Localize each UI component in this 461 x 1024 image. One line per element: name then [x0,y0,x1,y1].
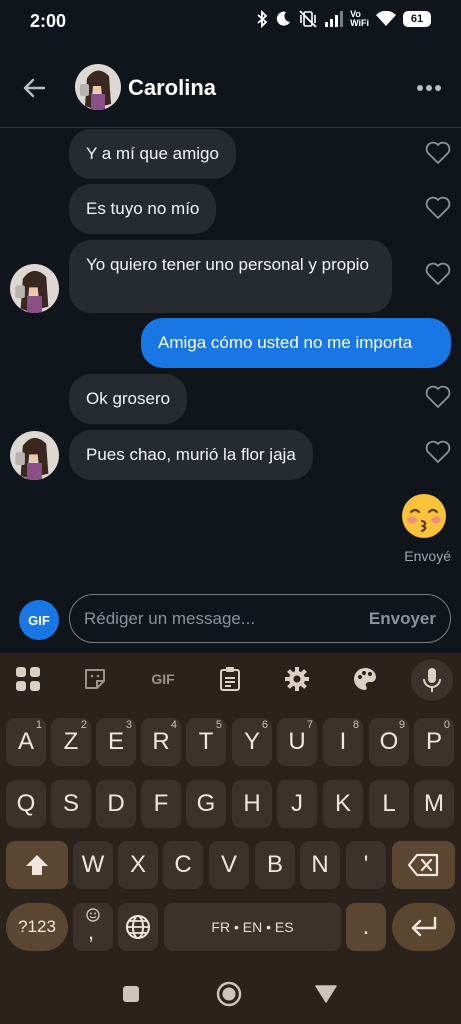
key-b[interactable]: B [255,841,295,889]
heart-icon[interactable] [425,440,451,464]
key-h[interactable]: H [232,780,272,828]
system-navigation-bar [0,955,461,1024]
backspace-key[interactable] [392,841,455,889]
bluetooth-icon [257,10,268,28]
message-avatar[interactable] [10,264,59,313]
key-c[interactable]: C [163,841,203,889]
heart-icon[interactable] [425,141,451,165]
key-w[interactable]: W [73,841,113,889]
shift-arrow-icon [26,855,48,875]
vowifi-line2: WiFi [350,18,369,28]
key-s[interactable]: S [51,780,91,828]
message-bubble-incoming[interactable]: Es tuyo no mío [69,184,217,234]
key-t[interactable]: T5 [186,718,226,766]
key-apostrophe[interactable]: ' [346,841,386,889]
back-triangle-icon[interactable] [315,985,337,1003]
key-j[interactable]: J [277,780,317,828]
shift-key[interactable] [6,841,68,889]
battery-indicator: 61 [403,11,431,27]
key-o[interactable]: O9 [369,718,409,766]
key-p[interactable]: P0 [414,718,454,766]
key-m[interactable]: M [414,780,454,828]
key-f[interactable]: F [141,780,181,828]
sent-status-label: Envoyé [404,548,451,564]
do-not-disturb-moon-icon [276,11,291,26]
settings-gear-icon[interactable] [281,663,313,695]
key-u[interactable]: U7 [277,718,317,766]
key-y[interactable]: Y6 [232,718,272,766]
cell-signal-icon [325,11,344,27]
key-x[interactable]: X [118,841,158,889]
heart-icon[interactable] [425,196,451,220]
key-k[interactable]: K [323,780,363,828]
message-avatar[interactable] [10,431,59,480]
microphone-icon[interactable] [411,659,453,701]
key-l[interactable]: L [369,780,409,828]
keyboard-toolbar: GIF [0,653,461,705]
message-input[interactable]: Rédiger un message... Envoyer [69,594,451,643]
vibrate-off-icon [299,10,317,28]
key-i[interactable]: I8 [323,718,363,766]
key-e[interactable]: E3 [96,718,136,766]
contact-avatar[interactable] [75,64,121,110]
home-circle-icon[interactable] [216,981,242,1007]
key-a[interactable]: A1 [6,718,46,766]
kissing-face-emoji-icon[interactable] [400,492,448,540]
wifi-icon [376,11,396,26]
comma-label: , [88,919,95,944]
keyboard: GIF A1 Z2 E3 R4 T5 Y6 U7 I8 O9 P0 Q S D … [0,653,461,955]
message-bubble-outgoing[interactable]: Amiga cómo usted no me importa [141,318,451,368]
theme-palette-icon[interactable] [349,663,381,695]
period-key[interactable]: . [346,903,386,951]
key-z[interactable]: Z2 [51,718,91,766]
enter-key[interactable] [392,903,455,951]
status-bar: 2:00 Vo WiFi 61 [0,0,461,44]
send-button[interactable]: Envoyer [369,609,436,629]
sticker-icon[interactable] [79,663,111,695]
gif-button[interactable]: GIF [19,600,59,640]
message-input-placeholder: Rédiger un message... [84,609,256,628]
status-icons: Vo WiFi 61 [256,10,431,28]
message-bubble-incoming[interactable]: Pues chao, murió la flor jaja [69,430,313,480]
message-bubble-incoming[interactable]: Yo quiero tener uno personal y propio [69,240,392,313]
recents-square-icon[interactable] [122,985,140,1003]
keyboard-gif-button[interactable]: GIF [146,663,180,695]
heart-icon[interactable] [425,385,451,409]
message-composer: GIF Rédiger un message... Envoyer [0,593,461,653]
backspace-icon [407,853,438,877]
message-list[interactable]: Y a mí que amigo Es tuyo no mío Yo quier… [0,128,461,593]
contact-name[interactable]: Carolina [128,75,216,101]
emoji-comma-key[interactable]: , [73,903,113,951]
key-d[interactable]: D [96,780,136,828]
heart-icon[interactable] [425,262,451,286]
apps-grid-icon[interactable] [12,663,44,695]
message-bubble-incoming[interactable]: Ok grosero [69,374,188,424]
key-v[interactable]: V [209,841,249,889]
clipboard-icon[interactable] [214,663,246,695]
key-q[interactable]: Q [6,780,46,828]
enter-return-icon [411,916,436,937]
chat-header: Carolina [0,44,461,128]
status-time: 2:00 [30,11,67,31]
language-globe-key[interactable] [118,903,158,951]
vowifi-indicator: Vo WiFi [350,10,369,28]
space-bar[interactable]: FR • EN • ES [164,903,341,951]
key-n[interactable]: N [300,841,340,889]
symbols-key[interactable]: ?123 [6,903,68,951]
message-bubble-incoming[interactable]: Y a mí que amigo [69,129,236,179]
key-g[interactable]: G [186,780,226,828]
back-arrow-icon[interactable] [20,74,48,102]
more-options-icon[interactable] [415,74,443,102]
globe-icon [126,915,150,939]
key-r[interactable]: R4 [141,718,181,766]
